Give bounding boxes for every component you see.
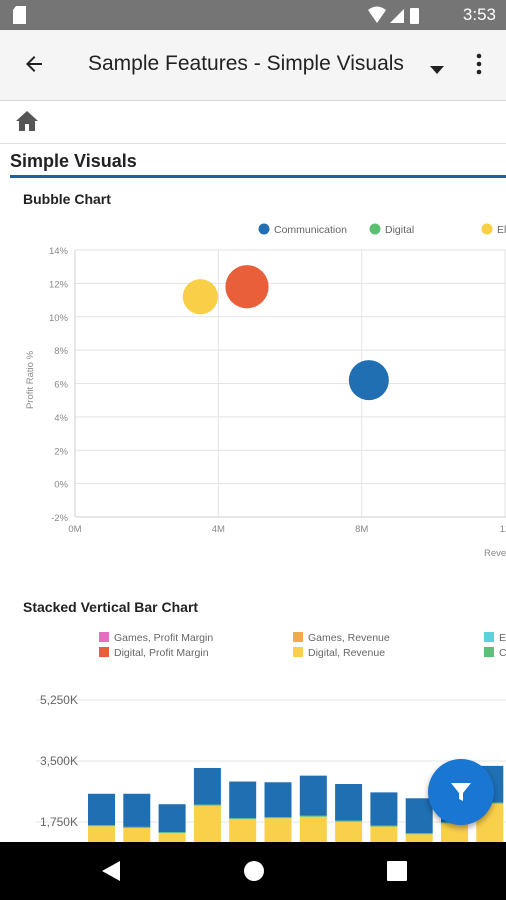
y-tick-label: 10%: [49, 313, 69, 324]
legend-swatch: [99, 647, 109, 657]
legend-swatch: [258, 223, 270, 235]
filter-fab[interactable]: [428, 759, 494, 825]
y-tick-label: 14%: [49, 246, 69, 257]
y-tick-label: 6%: [54, 380, 68, 391]
bar-segment: [335, 821, 363, 842]
bar-segment: [405, 834, 433, 842]
filter-icon: [451, 783, 471, 801]
bar-segment: [123, 826, 151, 828]
nav-recents-icon[interactable]: [386, 859, 408, 888]
battery-icon: [410, 8, 419, 24]
nav-home-icon[interactable]: [242, 859, 266, 888]
y-tick-label: 2%: [54, 446, 68, 457]
stacked-bar-chart: Games, Profit Margin Games, Revenue El Digi…: [36, 632, 506, 842]
legend-label: Games, Revenue: [308, 632, 390, 644]
y-tick-label: 0%: [54, 480, 68, 491]
bar-segment: [193, 767, 221, 805]
bar-chart-title: Stacked Vertical Bar Chart: [23, 599, 199, 615]
legend-label: Digital, Revenue: [308, 647, 385, 659]
bar-segment: [370, 792, 398, 826]
legend-label: Digital, Profit Margin: [114, 647, 209, 659]
bar-segment: [405, 833, 433, 835]
y-tick-label: -2%: [51, 513, 68, 524]
section-divider: [10, 175, 506, 178]
bar-segment: [299, 816, 327, 842]
legend-swatch: [99, 632, 109, 642]
bar-segment: [158, 833, 186, 842]
clock: 3:53: [462, 5, 496, 24]
bar-segment: [123, 793, 151, 827]
bubble: [182, 279, 219, 315]
legend-swatch: [293, 647, 303, 657]
y-tick-label: 4%: [54, 413, 68, 424]
bar-segment: [229, 781, 257, 819]
overflow-menu-icon[interactable]: [474, 52, 484, 81]
x-tick-label: 8M: [355, 524, 368, 535]
breadcrumb: [0, 101, 506, 144]
x-tick-label: 4M: [212, 524, 225, 535]
x-tick-label: 12: [500, 524, 506, 535]
legend-label: Communication: [274, 224, 347, 236]
bar-segment: [264, 817, 292, 819]
bar-segment: [405, 798, 433, 834]
bubble: [225, 265, 269, 309]
bubble-chart-title: Bubble Chart: [23, 191, 111, 207]
x-axis-label: Reve: [484, 548, 506, 559]
bar-segment: [229, 818, 257, 820]
legend-swatch: [484, 632, 494, 642]
bar-segment: [299, 775, 327, 816]
nav-back-icon[interactable]: [100, 859, 122, 888]
y-axis-label: Profit Ratio %: [25, 350, 36, 409]
bar-segment: [158, 832, 186, 834]
section-title: Simple Visuals: [10, 151, 137, 171]
bar-segment: [88, 793, 115, 826]
legend-label: El: [499, 632, 506, 644]
bar-segment: [299, 815, 327, 817]
bar-segment: [229, 819, 257, 842]
app-bar: Sample Features - Simple Visuals: [0, 30, 506, 101]
status-icons: [366, 6, 436, 31]
legend-swatch: [481, 223, 493, 235]
legend-swatch: [293, 632, 303, 642]
back-arrow-icon[interactable]: [22, 52, 46, 81]
y-tick-label: 3,500K: [40, 754, 78, 768]
status-bar: 3:53: [0, 0, 506, 30]
bar-segment: [264, 818, 292, 842]
bar-segment: [88, 826, 115, 842]
bar-segment: [193, 804, 221, 806]
legend-label: C: [499, 647, 506, 659]
bar-segment: [441, 823, 468, 842]
legend-label: El: [497, 224, 506, 236]
navigation-bar: [0, 842, 506, 900]
bar-segment: [335, 784, 363, 821]
wifi-icon: [368, 6, 386, 23]
bubble: [348, 360, 389, 401]
bar-segment: [158, 804, 186, 833]
bar-segment: [193, 805, 221, 842]
bar-segment: [264, 782, 292, 818]
y-tick-label: 5,250K: [40, 693, 78, 707]
page-title: Sample Features - Simple Visuals: [88, 52, 404, 75]
bar-segment: [88, 825, 115, 827]
legend-label: Games, Profit Margin: [114, 632, 213, 644]
bubble-chart: Communication Digital El 14% 12% 10% 8% 6% 4% 2% 0…: [25, 223, 506, 559]
home-icon[interactable]: [14, 109, 40, 138]
y-tick-label: 12%: [49, 279, 69, 290]
bar-segment: [123, 827, 151, 842]
legend-swatch: [484, 647, 494, 657]
bar-segment: [370, 825, 398, 827]
dropdown-arrow-icon[interactable]: [430, 61, 444, 79]
y-tick-label: 1,750K: [40, 815, 78, 829]
bar-segment: [335, 820, 363, 822]
bar-segment: [370, 826, 398, 842]
x-tick-label: 0M: [68, 524, 81, 535]
legend-swatch: [369, 223, 381, 235]
legend-label: Digital: [385, 224, 414, 236]
y-tick-label: 8%: [54, 346, 68, 357]
sd-card-icon: [12, 6, 28, 29]
signal-icon: [390, 9, 404, 23]
